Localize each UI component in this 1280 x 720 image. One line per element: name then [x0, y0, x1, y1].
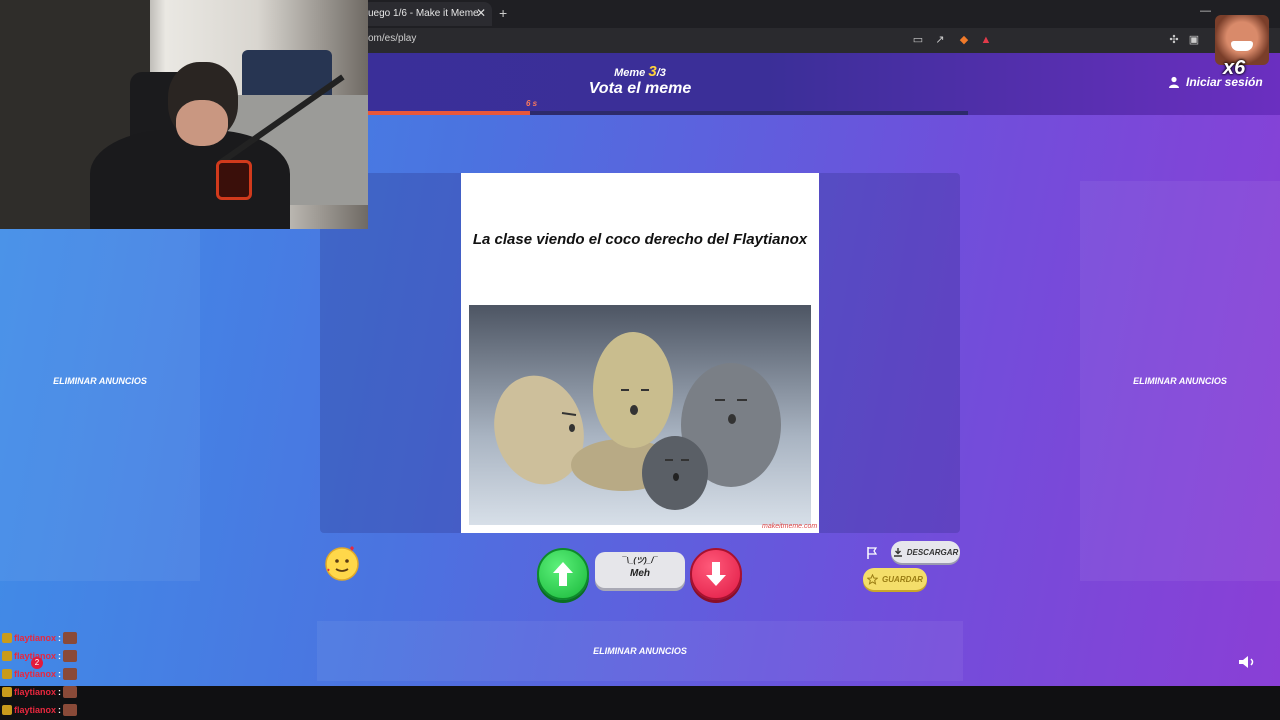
reaction-multiplier: x6: [1223, 57, 1246, 79]
chat-badge-icon: [2, 633, 12, 643]
tab-close-icon[interactable]: ✕: [476, 6, 486, 20]
remove-ads-bottom[interactable]: ELIMINAR ANUNCIOS: [317, 621, 963, 681]
stream-chat-overlay: flaytianox : flaytianox : flaytianox : f…: [2, 629, 122, 719]
chat-message: flaytianox :: [2, 701, 122, 719]
chat-separator: :: [58, 669, 62, 679]
chat-username: flaytianox: [14, 633, 57, 643]
reaction-mouth: [1231, 41, 1253, 51]
cast-icon[interactable]: ▭: [911, 33, 925, 47]
volume-icon[interactable]: [1238, 655, 1256, 669]
rewards-icon[interactable]: ▲: [979, 33, 993, 47]
chat-emote-icon: [63, 686, 78, 698]
arrow-down-icon: [706, 562, 726, 586]
share-icon[interactable]: ↗: [933, 33, 947, 47]
browser-tab[interactable]: uego 1/6 - Make it Meme: [362, 2, 492, 26]
vote-meh-button[interactable]: ¯\_(ツ)_/¯ Meh: [595, 552, 685, 588]
webcam-person-face: [176, 100, 228, 146]
chat-badge-icon: [2, 669, 12, 679]
meh-face-label: ¯\_(ツ)_/¯: [622, 556, 658, 565]
login-button[interactable]: Iniciar sesión: [1168, 75, 1263, 89]
meme-counter-total: /3: [656, 67, 666, 79]
chat-separator: :: [58, 633, 62, 643]
chat-separator: :: [58, 651, 62, 661]
chat-message: flaytianox :: [2, 665, 122, 683]
user-icon: [1169, 76, 1179, 88]
chat-badge-icon: [2, 705, 12, 715]
url-field[interactable]: om/es/play: [368, 33, 416, 44]
timer-progress-bar: [368, 111, 530, 115]
sidebar-icon[interactable]: ▣: [1187, 33, 1201, 47]
webcam-microphone: [216, 160, 252, 200]
meme-counter-current: 3: [648, 63, 657, 80]
remove-ads-left[interactable]: ELIMINAR ANUNCIOS: [0, 181, 200, 581]
chat-username: flaytianox: [14, 669, 57, 679]
chat-separator: :: [58, 687, 62, 697]
new-tab-button[interactable]: +: [499, 5, 507, 21]
star-icon: [867, 573, 879, 585]
report-flag-icon[interactable]: [866, 546, 878, 560]
chat-separator: :: [58, 705, 62, 715]
save-button[interactable]: GUARDAR: [863, 568, 927, 590]
webcam-overlay: [0, 0, 368, 229]
chat-badge-icon: [2, 651, 12, 661]
chat-badge-icon: [2, 687, 12, 697]
taskbar: [0, 686, 1280, 720]
arrow-up-icon: [553, 562, 573, 586]
chat-message: flaytianox :: [2, 683, 122, 701]
meh-label: Meh: [630, 568, 650, 579]
save-label: GUARDAR: [882, 574, 923, 584]
remove-ads-bottom-label: ELIMINAR ANUNCIOS: [593, 646, 687, 656]
remove-ads-left-label: ELIMINAR ANUNCIOS: [53, 376, 147, 386]
chat-emote-icon: [63, 632, 78, 644]
brave-shield-icon[interactable]: ◆: [957, 33, 971, 47]
webcam-person-body: [90, 130, 290, 229]
chat-emote-icon: [63, 650, 78, 662]
download-icon: [893, 548, 902, 557]
download-label: DESCARGAR: [906, 547, 959, 557]
chat-emote-icon: [63, 668, 78, 680]
remove-ads-right[interactable]: ELIMINAR ANUNCIOS: [1080, 181, 1280, 581]
chat-username: flaytianox: [14, 687, 57, 697]
moai-stones-image: [469, 305, 811, 525]
minimize-button[interactable]: —: [1200, 5, 1211, 17]
download-button[interactable]: DESCARGAR: [891, 541, 960, 563]
vote-up-button[interactable]: [537, 548, 589, 600]
extensions-icon[interactable]: ✣: [1167, 33, 1181, 47]
meme-caption: La clase viendo el coco derecho del Flay…: [472, 231, 808, 248]
chat-message: flaytianox :: [2, 647, 122, 665]
meme-watermark: makeitmeme.com: [762, 523, 818, 530]
remove-ads-right-label: ELIMINAR ANUNCIOS: [1133, 376, 1227, 386]
timer-label: 6 s: [526, 99, 538, 108]
chat-message: flaytianox :: [2, 629, 122, 647]
emoji-reaction-button[interactable]: [323, 545, 361, 583]
chat-username: flaytianox: [14, 705, 57, 715]
chat-emote-icon: [63, 704, 78, 716]
notification-badge: 2: [31, 657, 43, 669]
tab-title: uego 1/6 - Make it Meme: [368, 8, 479, 19]
meme-counter-prefix: Meme: [614, 67, 646, 79]
vote-down-button[interactable]: [690, 548, 742, 600]
